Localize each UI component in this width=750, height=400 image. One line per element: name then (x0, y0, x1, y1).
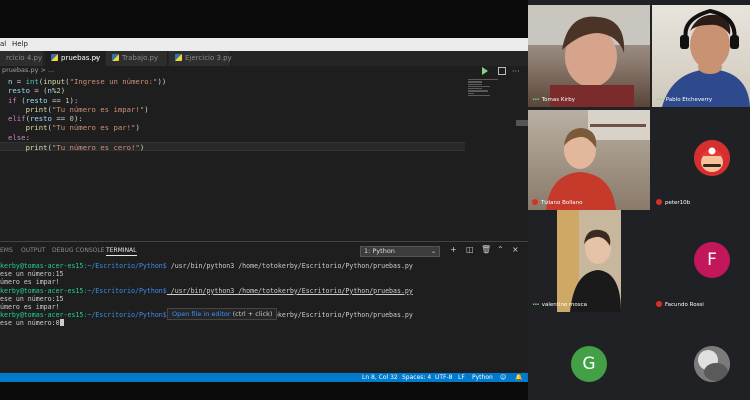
feedback-icon[interactable]: ☺ (500, 374, 506, 381)
more-actions-icon[interactable]: ··· (512, 64, 520, 79)
tab-ejercicio-3[interactable]: Ejercicio 3.py (169, 51, 232, 66)
python-file-icon (51, 54, 58, 61)
tab-output[interactable]: OUTPUT (21, 247, 45, 254)
trash-icon[interactable]: 🗑 (481, 245, 491, 254)
split-terminal-icon[interactable]: ◫ (466, 245, 474, 254)
mario-avatar-icon (694, 140, 730, 176)
video-tile-tiziano[interactable]: Tiziano Bollano (528, 110, 650, 210)
video-tile-valentino[interactable]: ••• valentino mosca (528, 210, 650, 312)
terminal-link[interactable]: /usr/bin/python3 /home/totokerby/Escrito… (167, 287, 413, 295)
menu-bar: al Help (0, 38, 528, 51)
editor-tab-bar: rcicio 4.py pruebas.py × Trabajo.py Ejerc… (0, 51, 528, 76)
status-language[interactable]: Python (472, 374, 493, 381)
video-tile-facundo[interactable]: F Facundo Rossi (652, 210, 750, 312)
photo-avatar-icon (694, 346, 730, 382)
participant-name-label: ••• Pablo Etcheverry (656, 97, 713, 103)
mic-muted-icon (656, 301, 662, 307)
speaking-indicator-icon: ••• (656, 97, 664, 103)
participant-video (546, 110, 650, 210)
participant-name-label: Tiziano Bollano (532, 199, 583, 206)
code-line: n = int(input("Ingrese un número:")) (8, 77, 167, 86)
terminal-cursor (59, 319, 64, 327)
video-tile-tomas[interactable]: ••• Tomas Kirby (528, 5, 650, 107)
status-eol[interactable]: LF (458, 374, 465, 381)
terminal-prompt-line: kerby@tomas-acer-es15:~/Escritorio/Pytho… (0, 262, 413, 270)
notifications-icon[interactable]: 🔔 (515, 374, 522, 381)
code-line: print("Tu número es par!") (25, 123, 140, 133)
tab-trabajo[interactable]: Trabajo.py (106, 51, 168, 66)
breadcrumb[interactable]: pruebas.py > ... (0, 66, 54, 76)
code-editor[interactable]: n = int(input("Ingrese un número:")) res… (0, 77, 465, 157)
participant-name-label: ••• Tomas Kirby (532, 97, 576, 103)
tab-problems[interactable]: EMS (0, 247, 13, 254)
bottom-panel: EMS OUTPUT DEBUG CONSOLE TERMINAL 1: Pyt… (0, 241, 528, 373)
code-line-current: print("Tu número es cero!") (0, 142, 465, 152)
chevron-down-icon: ⌄ (430, 248, 436, 255)
python-file-icon (175, 54, 182, 61)
add-terminal-icon[interactable]: + (450, 245, 457, 254)
menu-item-help[interactable]: Help (12, 40, 28, 48)
video-tile-pablo[interactable]: ••• Pablo Etcheverry (652, 5, 750, 107)
mic-muted-icon (532, 199, 538, 205)
code-line: else: (8, 132, 30, 142)
participant-name-label: Facundo Rossi (656, 301, 704, 308)
tab-pruebas[interactable]: pruebas.py × (45, 51, 105, 66)
open-file-link[interactable]: Open file in editor (172, 310, 231, 318)
status-cursor-position[interactable]: Ln 8, Col 32 (362, 374, 398, 381)
run-icon[interactable] (482, 67, 488, 75)
speaking-indicator-icon: ••• (532, 302, 540, 308)
tab-terminal[interactable]: TERMINAL (106, 247, 137, 256)
video-call-grid: ••• Tomas Kirby ••• Pablo Etcheverry Tizia… (528, 0, 750, 400)
scrollbar[interactable] (516, 120, 528, 126)
terminal-input-line: ese un número:0 (0, 319, 528, 327)
participant-name-label: peter10b (656, 199, 690, 206)
status-indentation[interactable]: Spaces: 4 (402, 374, 431, 381)
terminal-output-line: úmero es impar! (0, 278, 60, 287)
participant-name-label: ••• valentino mosca (532, 302, 588, 308)
terminal-prompt-line: kerby@tomas-acer-es15:~/Escritorio/Pytho… (0, 286, 413, 295)
mic-muted-icon (656, 199, 662, 205)
code-line: elif(resto == 0): (8, 114, 83, 124)
terminal-output-line: ese un número:15 (0, 270, 64, 279)
video-tile-peter[interactable]: peter10b (652, 110, 750, 210)
video-tile-photo[interactable] (652, 314, 750, 400)
avatar: G (571, 346, 607, 382)
video-tile-g[interactable]: G (528, 314, 650, 400)
tab-ejercicio-4[interactable]: rcicio 4.py (0, 51, 44, 66)
vscode-window: al Help rcicio 4.py pruebas.py × Trabajo.… (0, 38, 528, 382)
code-line: resto = (n%2) (8, 86, 66, 96)
status-encoding[interactable]: UTF-8 (435, 374, 453, 381)
terminal-output-line: ese un número:15 (0, 294, 64, 303)
menu-item-terminal[interactable]: al (0, 40, 6, 48)
participant-video (557, 210, 621, 312)
link-tooltip: Open file in editor (ctrl + click) (167, 308, 278, 320)
python-file-icon (112, 54, 119, 61)
chevron-up-icon[interactable]: ⌃ (497, 245, 504, 254)
participant-video (662, 8, 750, 107)
close-tab-icon[interactable]: × (93, 51, 99, 66)
terminal-select[interactable]: 1: Python ⌄ (360, 246, 440, 257)
tab-debug-console[interactable]: DEBUG CONSOLE (52, 247, 105, 254)
status-bar: Ln 8, Col 32 Spaces: 4 UTF-8 LF Python ☺… (0, 373, 528, 382)
code-line: print("Tu número es impar!") (25, 104, 149, 114)
close-icon[interactable]: × (512, 245, 519, 254)
speaking-indicator-icon: ••• (532, 97, 540, 103)
code-line: if (resto == 1): (8, 95, 79, 105)
avatar: F (694, 242, 730, 278)
split-editor-icon[interactable] (498, 67, 506, 75)
participant-video (528, 5, 650, 107)
